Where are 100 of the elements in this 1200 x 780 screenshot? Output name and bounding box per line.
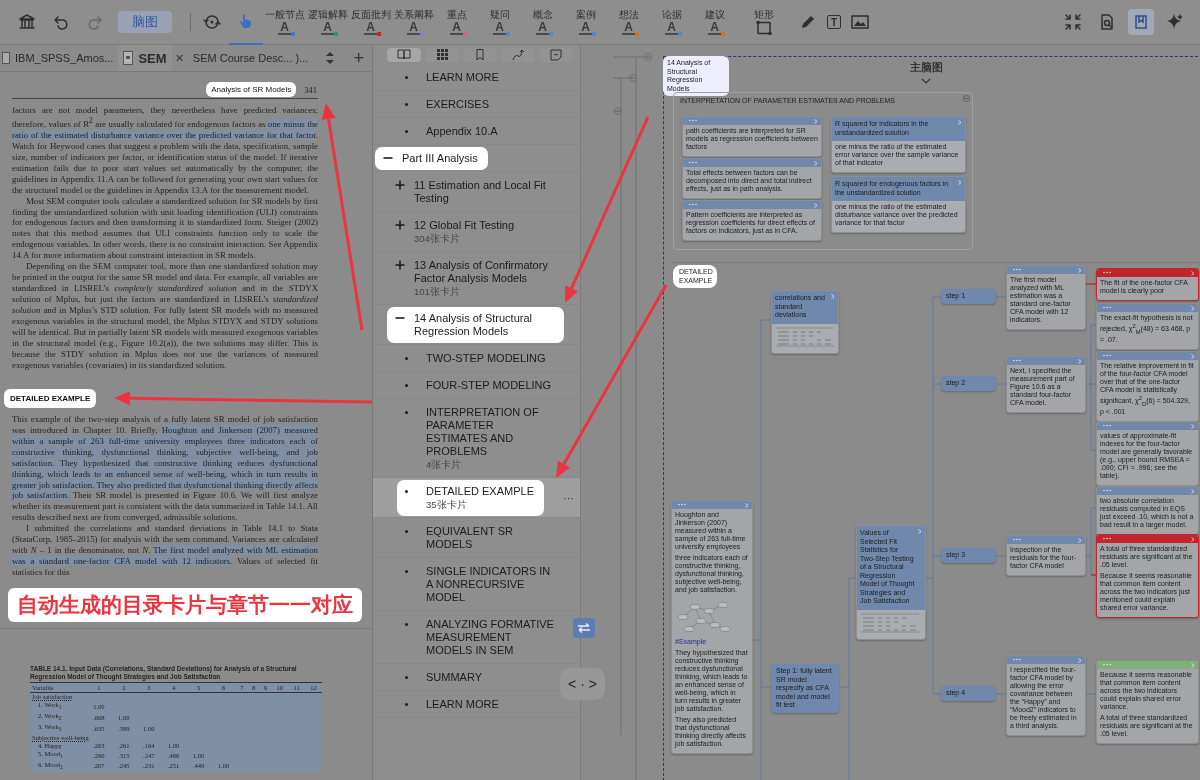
chevron-down-icon[interactable] <box>921 78 931 84</box>
toc-item[interactable]: FOUR-STEP MODELING <box>397 373 562 397</box>
section-heading: DETAILED EXAMPLE <box>4 388 97 408</box>
toc-item[interactable]: Part III Analysis <box>375 146 488 170</box>
view-tab[interactable] <box>387 48 421 62</box>
style-button[interactable]: 疑问 A <box>478 9 521 35</box>
style-button[interactable]: 重点 A <box>435 9 478 35</box>
book-icon <box>1133 14 1149 30</box>
style-button[interactable]: 论据 A <box>650 9 693 35</box>
grip-icon <box>1013 359 1021 362</box>
chevron-right-icon[interactable] <box>958 180 962 185</box>
grip-icon <box>1103 537 1111 540</box>
style-button[interactable]: 关系阐释 A <box>392 9 435 35</box>
toc-item[interactable]: DETAILED EXAMPLE 35张卡片 <box>397 479 544 516</box>
chevron-right-icon[interactable] <box>1191 537 1195 542</box>
previous-button[interactable]: < <box>568 676 577 692</box>
bullet-icon <box>405 383 408 387</box>
toc-item[interactable]: LEARN MORE <box>397 65 509 89</box>
toc-item[interactable]: EQUIVALENT SR MODELS <box>397 519 564 556</box>
toc-item[interactable]: ANALYZING FORMATIVE MEASUREMENT MODELS IN SEM <box>397 612 564 662</box>
chevron-right-icon[interactable] <box>1191 424 1195 429</box>
document-tab[interactable]: IBM_SPSS_Amos... <box>10 45 119 71</box>
toc-item[interactable]: SINGLE INDICATORS IN A NONRECURSIVE MODEL <box>397 559 564 609</box>
note-card[interactable] <box>1096 534 1199 618</box>
view-tab[interactable] <box>425 48 459 62</box>
chevron-right-icon[interactable] <box>1078 359 1082 364</box>
swap-button[interactable] <box>573 618 595 638</box>
close-tab-button[interactable]: × <box>171 50 188 66</box>
expand-icon[interactable] <box>395 180 405 190</box>
chevron-right-icon[interactable] <box>1191 354 1195 359</box>
rectangle-tool-button[interactable]: 矩形 <box>742 9 785 35</box>
bank-icon[interactable] <box>18 13 36 31</box>
view-tab[interactable] <box>539 48 573 62</box>
toc-item[interactable]: Appendix 10.A <box>397 119 508 143</box>
document-tab[interactable]: SEM <box>118 45 172 71</box>
fit-screen-icon[interactable] <box>1064 13 1082 31</box>
toc-item[interactable]: SUMMARY <box>397 665 493 689</box>
undo-icon[interactable] <box>52 13 70 31</box>
connector-line <box>1085 283 1097 285</box>
chevron-right-icon[interactable] <box>814 161 818 166</box>
chevron-right-icon[interactable] <box>1078 538 1082 543</box>
sync-icon[interactable] <box>202 12 222 32</box>
style-button[interactable]: 逻辑解释 A <box>306 9 349 35</box>
grip-icon <box>1103 424 1111 427</box>
chevron-right-icon[interactable] <box>918 529 922 534</box>
image-icon[interactable] <box>851 14 869 30</box>
paragraph: I submitted the correlations and standard deviations in Table 14.1 to Stata (StataCorp, 1985–2015) for analysis with the sem command. Variances are calculated with N – 1 in the denominator, not N. The first model analyzed with ML estimation was a standard one-factor CFA model with 12 indicators. Values of selected fit statistics for this <box>12 523 318 579</box>
note-card[interactable] <box>671 500 753 754</box>
toc-item[interactable]: TWO-STEP MODELING <box>397 346 556 370</box>
more-button[interactable]: ··· <box>561 491 576 504</box>
document-tab[interactable]: SEM Course Desc... )... <box>187 45 314 71</box>
add-tab-button[interactable]: + <box>345 47 372 69</box>
note-icon <box>549 48 563 62</box>
grip-icon <box>689 203 697 206</box>
text-tool-button[interactable]: T <box>827 15 841 29</box>
document-search-icon[interactable] <box>1098 13 1116 31</box>
book-view-button[interactable] <box>1128 9 1154 35</box>
style-button[interactable]: 建议 A <box>693 9 736 35</box>
redo-icon[interactable] <box>86 13 104 31</box>
toc-item[interactable]: 14 Analysis of Structural Regression Models <box>387 306 564 343</box>
mind-map-button[interactable]: 脑图 <box>118 11 172 33</box>
page-number: 341 <box>304 84 317 95</box>
view-tab[interactable] <box>501 48 535 62</box>
pencil-icon[interactable] <box>799 13 817 31</box>
toc-item[interactable]: LEARN MORE <box>397 692 509 716</box>
chevron-right-icon[interactable] <box>745 503 749 508</box>
toc-item[interactable]: EXERCISES <box>397 92 499 116</box>
toc-item[interactable]: 13 Analysis of Confirmatory Factor Analysis Models 101张卡片 <box>387 253 564 303</box>
style-button[interactable]: 案例 A <box>564 9 607 35</box>
bullet-icon <box>405 489 408 493</box>
document-icon <box>123 51 134 65</box>
grip-icon <box>1103 271 1111 274</box>
chevron-right-icon[interactable] <box>1191 663 1195 668</box>
style-button[interactable]: 反面批判 A <box>349 9 392 35</box>
chevron-right-icon[interactable] <box>814 119 818 124</box>
table-thumbnail-drawing <box>860 611 920 634</box>
grip-icon <box>689 161 697 164</box>
toc-item[interactable]: 11 Estimation and Local Fit Testing <box>387 173 564 210</box>
expand-icon[interactable] <box>395 260 405 270</box>
chevron-right-icon[interactable] <box>1078 658 1082 663</box>
bullet-icon <box>405 129 408 133</box>
grip-icon <box>1013 268 1021 271</box>
toc-item[interactable]: INTERPRETATION OF PARAMETER ESTIMATES AND PROBLEMS 4张卡片 <box>397 400 564 476</box>
running-head: Analysis of SR Models <box>206 82 297 97</box>
chevron-right-icon[interactable] <box>1078 268 1082 273</box>
expand-icon[interactable] <box>395 220 405 230</box>
paragraph: Most SEM computer tools calculate a standardized solution for SR models by first finding the unstandardized solution with unit loading identification (ULI) constraints for endogenous factors and then transforming it to standardized form. Steiger (2002) notes that this method assumes that ULI constraints function only to scale the endogenous variables. In other words, there is no constraint interaction. See Appendix 14.A for more information about constraint interaction in SR models. <box>12 195 318 262</box>
style-button[interactable]: 概念 A <box>521 9 564 35</box>
chevron-right-icon[interactable] <box>1191 489 1195 494</box>
toc-item[interactable]: 12 Global Fit Testing 304张卡片 <box>387 213 525 250</box>
sort-icon[interactable] <box>325 51 336 65</box>
style-button[interactable]: 想法 A <box>607 9 650 35</box>
bullet-icon <box>405 410 408 414</box>
chevron-right-icon[interactable] <box>1191 306 1195 311</box>
view-tab[interactable] <box>463 48 497 62</box>
chevron-right-icon[interactable] <box>958 120 962 125</box>
chevron-right-icon[interactable] <box>1191 271 1195 276</box>
next-button[interactable]: > <box>588 676 598 692</box>
chevron-right-icon[interactable] <box>831 294 835 299</box>
chevron-right-icon[interactable] <box>814 203 818 208</box>
